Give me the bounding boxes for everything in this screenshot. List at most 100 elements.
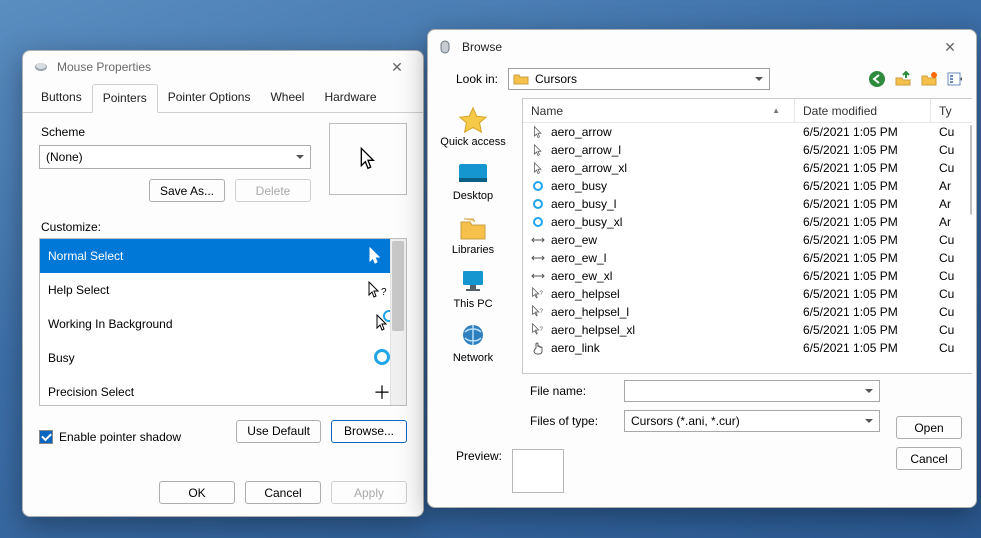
- col-date[interactable]: Date modified: [795, 99, 931, 122]
- file-date: 6/5/2021 1:05 PM: [795, 179, 931, 193]
- cursor-row[interactable]: Working In Background: [40, 307, 406, 341]
- file-type: Cu: [931, 305, 972, 319]
- folder-icon: [513, 71, 529, 87]
- file-type: Cu: [931, 161, 972, 175]
- scrollbar-thumb[interactable]: [970, 125, 972, 215]
- file-type: Cu: [931, 251, 972, 265]
- place-network[interactable]: Network: [428, 318, 518, 368]
- new-folder-icon[interactable]: [920, 70, 938, 88]
- cursor-row[interactable]: Busy: [40, 341, 406, 375]
- place-label: Quick access: [440, 136, 505, 148]
- filename-input[interactable]: [624, 380, 880, 402]
- file-header[interactable]: Name▲ Date modified Ty: [523, 99, 972, 123]
- file-icon: [531, 126, 545, 139]
- lookin-dropdown[interactable]: Cursors: [508, 68, 770, 90]
- file-icon: [531, 162, 545, 175]
- cursor-row[interactable]: Precision Select＋: [40, 375, 406, 406]
- file-icon: ?: [531, 287, 545, 301]
- cancel-button[interactable]: Cancel: [896, 447, 962, 470]
- save-as-button[interactable]: Save As...: [149, 179, 225, 202]
- file-name: aero_helpsel_l: [551, 305, 629, 319]
- file-name: aero_busy_xl: [551, 215, 622, 229]
- views-icon[interactable]: [946, 70, 964, 88]
- place-icon: [457, 214, 489, 242]
- browse-button[interactable]: Browse...: [331, 420, 407, 443]
- file-date: 6/5/2021 1:05 PM: [795, 143, 931, 157]
- filetype-label: Files of type:: [530, 414, 610, 428]
- file-row[interactable]: ?aero_helpsel_l6/5/2021 1:05 PMCu: [523, 303, 972, 321]
- file-row[interactable]: aero_busy_xl6/5/2021 1:05 PMAr: [523, 213, 972, 231]
- svg-text:?: ?: [540, 308, 544, 315]
- place-desktop[interactable]: Desktop: [428, 156, 518, 206]
- col-type[interactable]: Ty: [931, 99, 972, 122]
- enable-shadow-label[interactable]: Enable pointer shadow: [59, 430, 181, 444]
- apply-button: Apply: [331, 481, 407, 504]
- close-button[interactable]: ✕: [934, 39, 966, 56]
- enable-shadow-checkbox[interactable]: [39, 430, 53, 444]
- file-name: aero_arrow: [551, 125, 612, 139]
- lookin-value: Cursors: [535, 72, 577, 86]
- file-icon: ?: [531, 323, 545, 337]
- col-name[interactable]: Name▲: [523, 99, 795, 122]
- file-name: aero_link: [551, 341, 600, 355]
- file-row[interactable]: ?aero_helpsel_xl6/5/2021 1:05 PMCu: [523, 321, 972, 339]
- up-icon[interactable]: [894, 70, 912, 88]
- file-row[interactable]: aero_arrow6/5/2021 1:05 PMCu: [523, 123, 972, 141]
- file-icon: [531, 217, 545, 227]
- filetype-dropdown[interactable]: Cursors (*.ani, *.cur): [624, 410, 880, 432]
- place-libraries[interactable]: Libraries: [428, 210, 518, 260]
- place-icon: [457, 322, 489, 350]
- file-row[interactable]: aero_busy_l6/5/2021 1:05 PMAr: [523, 195, 972, 213]
- open-button[interactable]: Open: [896, 416, 962, 439]
- tab-hardware[interactable]: Hardware: [314, 84, 386, 113]
- lookin-label: Look in:: [440, 72, 498, 86]
- scrollbar[interactable]: [390, 239, 406, 405]
- file-row[interactable]: aero_ew_l6/5/2021 1:05 PMCu: [523, 249, 972, 267]
- ok-button[interactable]: OK: [159, 481, 235, 504]
- place-quick-access[interactable]: Quick access: [428, 102, 518, 152]
- scheme-dropdown[interactable]: (None): [39, 145, 311, 169]
- scheme-value: (None): [46, 150, 83, 164]
- cursor-row[interactable]: Normal Select: [40, 239, 406, 273]
- use-default-button[interactable]: Use Default: [236, 420, 321, 443]
- cancel-button[interactable]: Cancel: [245, 481, 321, 504]
- tab-pointer-options[interactable]: Pointer Options: [158, 84, 261, 113]
- file-type: Cu: [931, 143, 972, 157]
- titlebar[interactable]: Mouse Properties ✕: [23, 51, 423, 83]
- file-type: Ar: [931, 179, 972, 193]
- file-name: aero_arrow_xl: [551, 161, 627, 175]
- place-label: Desktop: [453, 190, 493, 202]
- place-icon: [457, 160, 489, 188]
- tab-wheel[interactable]: Wheel: [260, 84, 314, 113]
- file-date: 6/5/2021 1:05 PM: [795, 341, 931, 355]
- file-row[interactable]: aero_ew_xl6/5/2021 1:05 PMCu: [523, 267, 972, 285]
- scrollbar[interactable]: [970, 123, 972, 373]
- file-row[interactable]: aero_busy6/5/2021 1:05 PMAr: [523, 177, 972, 195]
- file-type: Cu: [931, 269, 972, 283]
- scheme-label: Scheme: [41, 125, 311, 139]
- file-row[interactable]: ?aero_helpsel6/5/2021 1:05 PMCu: [523, 285, 972, 303]
- file-row[interactable]: aero_link6/5/2021 1:05 PMCu: [523, 339, 972, 357]
- tab-buttons[interactable]: Buttons: [31, 84, 92, 113]
- mouse-icon: [438, 39, 454, 55]
- file-name: aero_ew_xl: [551, 269, 612, 283]
- window-title: Mouse Properties: [57, 60, 151, 74]
- file-date: 6/5/2021 1:05 PM: [795, 287, 931, 301]
- file-row[interactable]: aero_arrow_l6/5/2021 1:05 PMCu: [523, 141, 972, 159]
- place-this-pc[interactable]: This PC: [428, 264, 518, 314]
- file-date: 6/5/2021 1:05 PM: [795, 251, 931, 265]
- close-button[interactable]: ✕: [381, 59, 413, 76]
- file-list[interactable]: Name▲ Date modified Ty aero_arrow6/5/202…: [522, 98, 972, 374]
- file-row[interactable]: aero_ew6/5/2021 1:05 PMCu: [523, 231, 972, 249]
- file-name: aero_helpsel: [551, 287, 620, 301]
- tab-pointers[interactable]: Pointers: [92, 84, 158, 113]
- scrollbar-thumb[interactable]: [392, 241, 404, 331]
- file-row[interactable]: aero_arrow_xl6/5/2021 1:05 PMCu: [523, 159, 972, 177]
- svg-text:?: ?: [540, 326, 544, 333]
- titlebar[interactable]: Browse ✕: [428, 30, 976, 64]
- back-icon[interactable]: [868, 70, 886, 88]
- sort-indicator-icon: ▲: [772, 106, 780, 115]
- cursor-row[interactable]: Help Select?: [40, 273, 406, 307]
- cursor-list[interactable]: Normal SelectHelp Select?Working In Back…: [39, 238, 407, 406]
- file-type: Ar: [931, 197, 972, 211]
